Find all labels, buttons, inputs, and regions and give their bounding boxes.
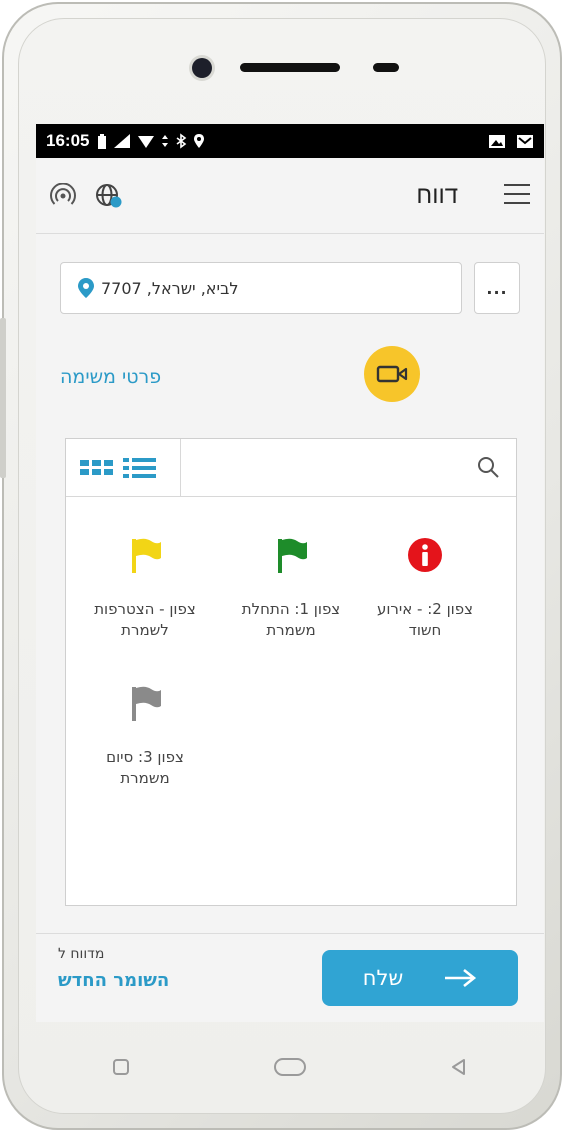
send-button[interactable]: שלח [322, 950, 518, 1006]
back-icon[interactable] [439, 1047, 479, 1087]
location-row: לביא, ישראל, 7707 ... [60, 262, 520, 314]
search-icon[interactable] [476, 455, 500, 479]
green-flag-icon [278, 538, 307, 573]
image-icon [489, 135, 505, 148]
battery-icon [98, 134, 107, 149]
video-camera-icon [376, 365, 408, 383]
event-tile-join-shift[interactable]: צפון - הצטרפות לשמרת [80, 537, 210, 641]
appbar-icons [50, 182, 124, 210]
earpiece-speaker [240, 63, 340, 72]
phone-side-button [0, 318, 6, 478]
bluetooth-icon [177, 133, 187, 149]
event-tile-shift-start[interactable]: צפון 1: התחלת משמרת [226, 537, 356, 641]
event-tile-suspicious[interactable]: צפון 2: - אירוע חשוד [360, 537, 490, 641]
location-icon [194, 134, 205, 148]
event-types-panel: צפון 2: - אירוע חשוד צפון 1: התחלת משמרת [65, 438, 517, 906]
panel-toolbar [66, 439, 516, 497]
proximity-sensor [373, 63, 399, 72]
status-right-icons [488, 133, 534, 149]
video-camera-button[interactable] [364, 346, 420, 402]
map-pin-icon [78, 278, 94, 298]
event-label: צפון 3: סיום משמרת [106, 748, 184, 787]
report-footer: מדווח ל השומר החדש שלח [36, 933, 544, 1022]
screen: 16:05 דווח לביא, ישראל, 7707 ... פרטי מש… [36, 124, 544, 1022]
hardware-nav-bar [36, 1022, 544, 1112]
location-text: לביא, ישראל, 7707 [101, 278, 239, 298]
data-arrows-icon [162, 135, 169, 147]
event-label: צפון 1: התחלת משמרת [241, 600, 341, 639]
page-title: דווח [416, 182, 458, 209]
mail-icon [517, 135, 533, 148]
wifi-icon [138, 136, 155, 148]
broadcast-icon[interactable] [50, 182, 76, 209]
globe-icon[interactable] [94, 182, 124, 210]
event-tile-shift-end[interactable]: צפון 3: סיום משמרת [80, 685, 210, 789]
status-icons [97, 133, 205, 149]
location-field[interactable]: לביא, ישראל, 7707 [60, 262, 462, 314]
cell-signal-icon [114, 134, 131, 148]
task-details-link[interactable]: פרטי משימה [60, 366, 161, 388]
app-bar: דווח [36, 158, 544, 234]
event-label: צפון - הצטרפות לשמרת [94, 600, 196, 639]
more-options-button[interactable]: ... [474, 262, 520, 314]
reported-to-label: מדווח ל [58, 946, 105, 962]
home-icon[interactable] [270, 1047, 310, 1087]
gray-flag-icon [132, 686, 161, 721]
event-label: צפון 2: - אירוע חשוד [376, 600, 474, 639]
arrow-right-icon [445, 968, 477, 988]
send-button-label: שלח [362, 966, 404, 990]
yellow-flag-icon [132, 538, 161, 573]
status-time: 16:05 [46, 131, 90, 150]
grid-view-icon[interactable] [80, 460, 113, 475]
view-toggle [66, 439, 181, 496]
hamburger-menu-icon[interactable] [504, 184, 530, 211]
list-view-icon[interactable] [123, 457, 156, 478]
recent-apps-icon[interactable] [101, 1047, 141, 1087]
status-bar: 16:05 [36, 124, 544, 158]
front-camera [192, 58, 212, 78]
recipient-link[interactable]: השומר החדש [58, 970, 169, 991]
info-icon [408, 538, 442, 572]
